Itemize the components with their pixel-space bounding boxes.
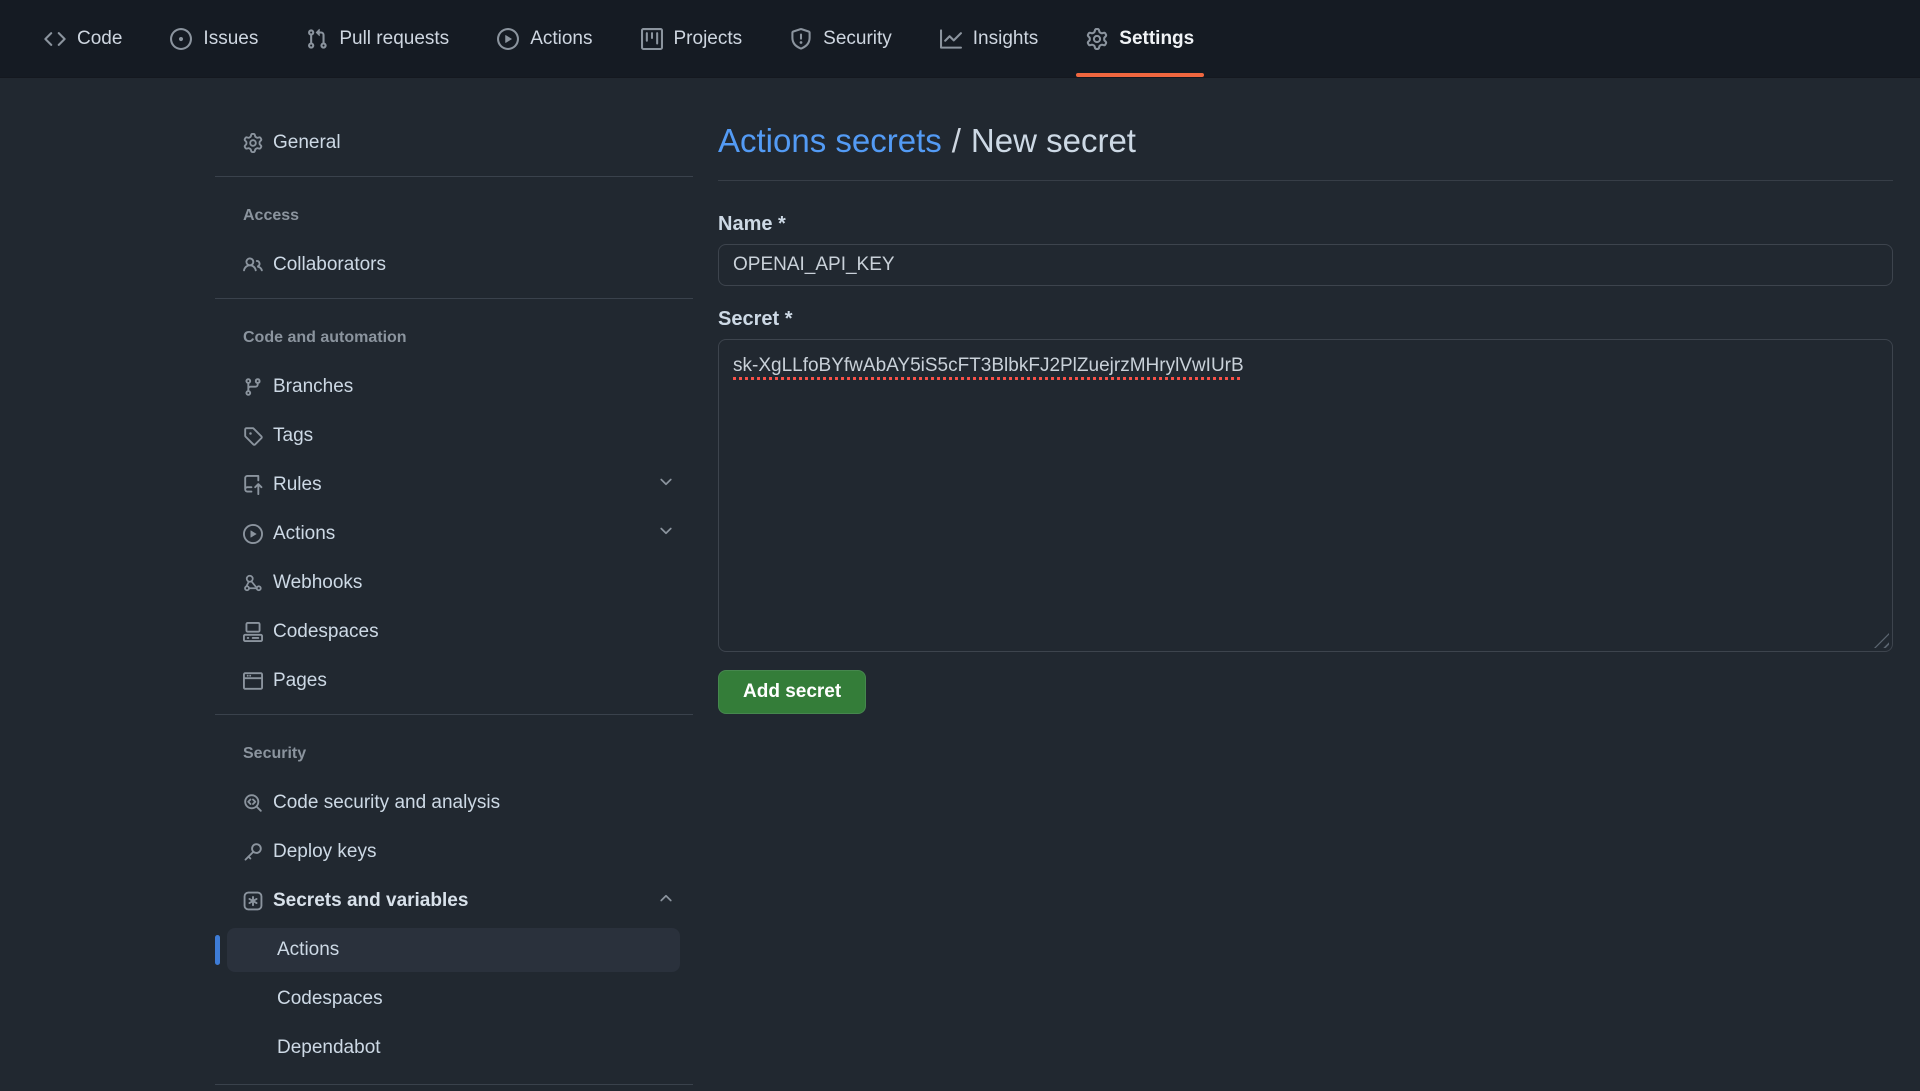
divider xyxy=(215,714,693,715)
subitem-codespaces[interactable]: Codespaces xyxy=(227,977,680,1021)
tab-label: Security xyxy=(823,28,892,50)
sidebar-item-secrets-variables[interactable]: Secrets and variables xyxy=(215,879,693,923)
codespaces-icon xyxy=(243,622,263,642)
subitem-dependabot[interactable]: Dependabot xyxy=(227,1026,680,1070)
new-secret-panel: Actions secrets / New secret Name * Secret… xyxy=(718,78,1893,714)
browser-icon xyxy=(243,671,263,691)
sidebar-item-deploy-keys[interactable]: Deploy keys xyxy=(215,830,693,874)
git-pull-request-icon xyxy=(306,28,328,50)
sidebar-item-label: Webhooks xyxy=(273,572,362,594)
sidebar-item-label: Branches xyxy=(273,376,353,398)
sidebar-item-actions-settings[interactable]: Actions xyxy=(215,512,693,556)
secret-label: Secret * xyxy=(718,308,1893,331)
project-icon xyxy=(641,28,663,50)
tab-settings[interactable]: Settings xyxy=(1070,0,1210,77)
sidebar-item-label: Deploy keys xyxy=(273,841,377,863)
sidebar-item-label: Codespaces xyxy=(273,621,379,643)
tab-issues[interactable]: Issues xyxy=(154,0,274,77)
sidebar-item-label: Actions xyxy=(273,523,335,545)
tab-label: Projects xyxy=(674,28,743,50)
sidebar-item-rules[interactable]: Rules xyxy=(215,463,693,507)
tab-label: Insights xyxy=(973,28,1038,50)
git-branch-icon xyxy=(243,377,263,397)
sidebar-section-security: Security xyxy=(215,745,693,763)
sidebar-item-label: Code security and analysis xyxy=(273,792,500,814)
tab-pull-requests[interactable]: Pull requests xyxy=(290,0,465,77)
people-icon xyxy=(243,255,263,275)
repo-tab-bar: Code Issues Pull requests Actions Projec… xyxy=(0,0,1920,78)
sidebar-section-code-automation: Code and automation xyxy=(215,329,693,347)
active-tab-underline xyxy=(1076,73,1204,77)
tab-security[interactable]: Security xyxy=(774,0,908,77)
divider xyxy=(215,298,693,299)
divider xyxy=(215,176,693,177)
sidebar-item-collaborators[interactable]: Collaborators xyxy=(215,243,693,287)
sidebar-item-codespaces[interactable]: Codespaces xyxy=(215,610,693,654)
codescan-icon xyxy=(243,793,263,813)
issue-opened-icon xyxy=(170,28,192,50)
key-icon xyxy=(243,842,263,862)
sidebar-item-pages[interactable]: Pages xyxy=(215,659,693,703)
settings-layout: General Access Collaborators Code and au… xyxy=(0,78,1920,1085)
actions-secrets-link[interactable]: Actions secrets xyxy=(718,122,942,159)
subitem-label: Actions xyxy=(277,939,339,961)
sidebar-item-label: Secrets and variables xyxy=(273,890,468,912)
tab-code[interactable]: Code xyxy=(28,0,138,77)
asterisk-box-icon xyxy=(243,891,263,911)
subitem-label: Dependabot xyxy=(277,1037,381,1059)
tab-label: Settings xyxy=(1119,28,1194,50)
tag-icon xyxy=(243,426,263,446)
subitem-actions[interactable]: Actions xyxy=(227,928,680,972)
page-title: Actions secrets / New secret xyxy=(718,122,1893,181)
breadcrumb-current: New secret xyxy=(971,122,1136,159)
sidebar-item-general[interactable]: General xyxy=(215,121,693,165)
code-icon xyxy=(44,28,66,50)
tab-label: Code xyxy=(77,28,122,50)
active-item-indicator xyxy=(215,935,220,965)
sidebar-item-code-security[interactable]: Code security and analysis xyxy=(215,781,693,825)
secret-value-text: sk-XgLLfoBYfwAbAY5iS5cFT3BlbkFJ2PlZuejrz… xyxy=(733,355,1244,376)
gear-icon xyxy=(1086,28,1108,50)
tab-label: Issues xyxy=(203,28,258,50)
tab-actions[interactable]: Actions xyxy=(481,0,608,77)
tab-label: Actions xyxy=(530,28,592,50)
chevron-down-icon xyxy=(657,473,675,497)
shield-icon xyxy=(790,28,812,50)
sidebar-item-label: General xyxy=(273,132,341,154)
sidebar-item-label: Rules xyxy=(273,474,322,496)
subitem-label: Codespaces xyxy=(277,988,383,1010)
chevron-up-icon xyxy=(657,889,675,913)
webhook-icon xyxy=(243,573,263,593)
secrets-subitems: Actions Codespaces Dependabot xyxy=(215,928,693,1070)
breadcrumb-separator: / xyxy=(952,122,961,159)
play-icon xyxy=(497,28,519,50)
divider xyxy=(215,1084,693,1085)
chevron-down-icon xyxy=(657,522,675,546)
sidebar-item-label: Collaborators xyxy=(273,254,386,276)
sidebar-item-webhooks[interactable]: Webhooks xyxy=(215,561,693,605)
add-secret-button[interactable]: Add secret xyxy=(718,670,866,714)
secret-name-input[interactable] xyxy=(718,244,1893,286)
tab-insights[interactable]: Insights xyxy=(924,0,1054,77)
repo-push-icon xyxy=(243,475,263,495)
tab-label: Pull requests xyxy=(339,28,449,50)
sidebar-item-label: Tags xyxy=(273,425,313,447)
gear-icon xyxy=(243,133,263,153)
sidebar-section-access: Access xyxy=(215,207,693,225)
tab-projects[interactable]: Projects xyxy=(625,0,759,77)
sidebar-item-tags[interactable]: Tags xyxy=(215,414,693,458)
name-label: Name * xyxy=(718,213,1893,236)
play-icon xyxy=(243,524,263,544)
secret-value-textarea[interactable]: sk-XgLLfoBYfwAbAY5iS5cFT3BlbkFJ2PlZuejrz… xyxy=(718,339,1893,652)
graph-icon xyxy=(940,28,962,50)
sidebar-item-branches[interactable]: Branches xyxy=(215,365,693,409)
sidebar-item-label: Pages xyxy=(273,670,327,692)
settings-sidebar: General Access Collaborators Code and au… xyxy=(215,78,693,1085)
resize-handle[interactable] xyxy=(1874,633,1889,648)
